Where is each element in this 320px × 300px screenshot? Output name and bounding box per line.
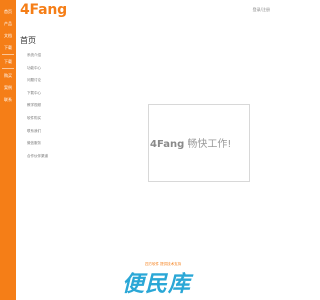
sidebar-divider xyxy=(2,68,14,69)
sidebar-divider xyxy=(2,54,14,55)
menu-item[interactable]: 软件购买 xyxy=(27,115,48,128)
menu-item[interactable]: 问题讨论 xyxy=(27,77,48,90)
sidebar: 首页 产品 文档 下载 下载 购买 案例 联系 xyxy=(0,0,16,300)
hero-slogan-text: 畅快工作! xyxy=(187,139,232,150)
menu-item[interactable]: 系统介绍 xyxy=(27,52,48,65)
login-link[interactable]: 登录/注册 xyxy=(253,7,270,13)
site-logo[interactable]: 4Fang xyxy=(20,2,67,18)
menu-item[interactable]: 合作伙伴渠道 xyxy=(27,153,48,166)
menu-item[interactable]: 下载中心 xyxy=(27,90,48,103)
sidebar-item-7[interactable]: 案例 xyxy=(0,82,16,93)
sidebar-item-6[interactable]: 购买 xyxy=(0,70,16,81)
menu-item[interactable]: 教学视频 xyxy=(27,102,48,115)
sidebar-item-2[interactable]: 产品 xyxy=(0,18,16,29)
sidebar-item-3[interactable]: 文档 xyxy=(0,30,16,41)
sidebar-item-8[interactable]: 联系 xyxy=(0,94,16,105)
hero-slogan: 4Fang 畅快工作! xyxy=(150,135,231,150)
sidebar-item-1[interactable]: 首页 xyxy=(0,6,16,17)
sidebar-item-4[interactable]: 下载 xyxy=(0,42,16,53)
menu-item[interactable]: 功能中心 xyxy=(27,65,48,78)
content-menu: 系统介绍 功能中心 问题讨论 下载中心 教学视频 软件购买 联系我们 微信服务 … xyxy=(27,52,48,165)
hero-brand: 4Fang xyxy=(150,139,185,150)
menu-item[interactable]: 微信服务 xyxy=(27,140,48,153)
menu-item[interactable]: 联系我们 xyxy=(27,128,48,141)
bottom-banner-logo: 便民库 xyxy=(122,272,192,297)
page-title: 首页 xyxy=(20,36,36,45)
sidebar-item-5[interactable]: 下载 xyxy=(0,56,16,67)
